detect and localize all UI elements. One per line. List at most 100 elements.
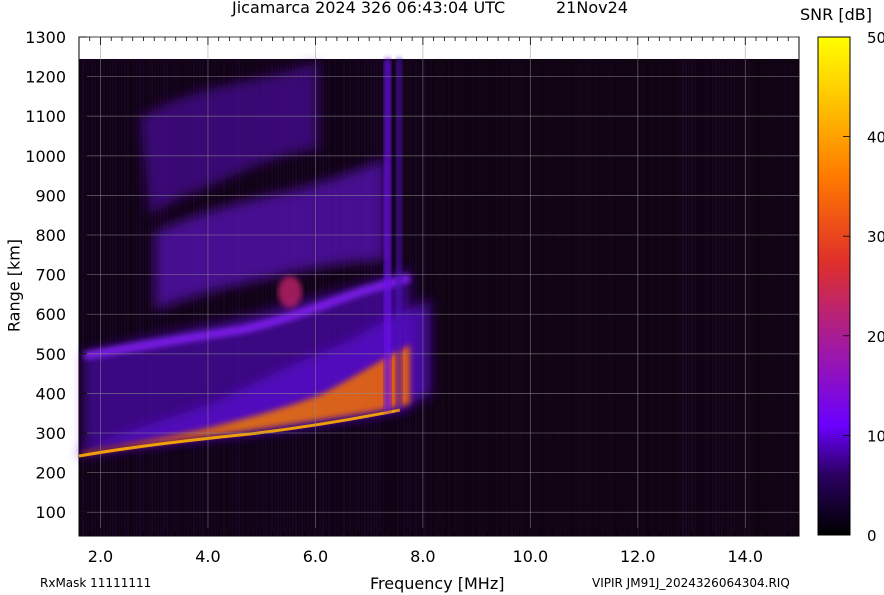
noise-column: [679, 58, 681, 537]
noise-column: [496, 58, 498, 537]
noise-column: [415, 58, 417, 537]
noise-column: [484, 58, 486, 537]
noise-column: [730, 58, 732, 537]
noise-column: [451, 58, 453, 537]
noise-column: [691, 58, 693, 537]
noise-column: [583, 58, 585, 537]
noise-column: [469, 58, 471, 537]
y-tick-label: 800: [35, 226, 66, 245]
noise-column: [460, 58, 462, 537]
noise-column: [619, 58, 621, 537]
noise-column: [412, 58, 414, 537]
y-tick-label: 400: [35, 384, 66, 403]
noise-column: [676, 58, 678, 537]
y-tick-label: 200: [35, 464, 66, 483]
noise-column: [667, 58, 669, 537]
noise-column: [595, 58, 597, 537]
noise-column: [739, 58, 741, 537]
y-tick-label: 700: [35, 266, 66, 285]
noise-column: [118, 58, 120, 537]
noise-column: [511, 58, 513, 537]
noise-column: [661, 58, 663, 537]
noise-column: [751, 58, 753, 537]
y-axis: 100 200 300 400 500 600 700 800 900 1000 1100 1200 1…: [25, 28, 87, 522]
chart-date: 21Nov24: [556, 0, 628, 17]
colorbar-tick-label: 50: [867, 29, 884, 47]
noise-column: [535, 58, 537, 537]
noise-column: [112, 58, 114, 537]
noise-column: [781, 58, 783, 537]
noise-column: [670, 58, 672, 537]
noise-column: [106, 58, 108, 537]
noise-column: [457, 58, 459, 537]
noise-column: [472, 58, 474, 537]
noise-column: [541, 58, 543, 537]
noise-column: [508, 58, 510, 537]
noise-column: [79, 58, 81, 537]
noise-column: [664, 58, 666, 537]
noise-column: [538, 58, 540, 537]
noise-column: [556, 58, 558, 537]
noise-column: [634, 58, 636, 537]
colorbar: [817, 36, 851, 536]
rxmask-label: RxMask 11111111: [40, 576, 152, 590]
noise-column: [610, 58, 612, 537]
noise-column: [733, 58, 735, 537]
colorbar-tick-label: 30: [867, 228, 884, 246]
noise-column: [127, 58, 129, 537]
noise-column: [493, 58, 495, 537]
x-tick-label: 2.0: [88, 547, 113, 566]
noise-column: [778, 58, 780, 537]
noise-column: [658, 58, 660, 537]
noise-column: [424, 58, 426, 537]
noise-column: [577, 58, 579, 537]
noise-column: [466, 58, 468, 537]
noise-column: [85, 58, 87, 537]
noise-column: [463, 58, 465, 537]
noise-column: [721, 58, 723, 537]
noise-column: [754, 58, 756, 537]
noise-column: [523, 58, 525, 537]
noise-column: [673, 58, 675, 537]
noise-column: [133, 58, 135, 537]
noise-column: [478, 58, 480, 537]
noise-column: [559, 58, 561, 537]
noise-column: [433, 58, 435, 537]
noise-column: [616, 58, 618, 537]
noise-column: [736, 58, 738, 537]
file-label: VIPIR JM91J_2024326064304.RIQ: [592, 576, 790, 590]
y-tick-label: 1000: [25, 147, 66, 166]
colorbar-tick-label: 20: [867, 328, 884, 346]
noise-column: [91, 58, 93, 537]
noise-column: [139, 58, 141, 537]
noise-column: [520, 58, 522, 537]
noise-column: [763, 58, 765, 537]
y-axis-label: Range [km]: [4, 238, 24, 333]
x-tick-label: 8.0: [410, 547, 435, 566]
noise-column: [580, 58, 582, 537]
ionogram-figure: 2.0 4.0 6.0 8.0 10.0 12.0 14.0 100200300400500…: [25, 28, 884, 566]
colorbar-tick-label: 0: [867, 527, 877, 545]
noise-column: [562, 58, 564, 537]
noise-column: [685, 58, 687, 537]
noise-column: [649, 58, 651, 537]
cusp-streak-2: [396, 59, 402, 409]
noise-column: [586, 58, 588, 537]
noise-column: [796, 58, 798, 537]
noise-column: [553, 58, 555, 537]
noise-column: [589, 58, 591, 537]
noise-column: [709, 58, 711, 537]
noise-column: [136, 58, 138, 537]
noise-column: [499, 58, 501, 537]
noise-column: [430, 58, 432, 537]
y-tick-label: 1200: [25, 68, 66, 87]
y-tick-label: 300: [35, 424, 66, 443]
y-tick-label: 1100: [25, 107, 66, 126]
noise-column: [565, 58, 567, 537]
noise-column: [625, 58, 627, 537]
noise-column: [445, 58, 447, 537]
x-axis-label: Frequency [MHz]: [370, 574, 505, 593]
noise-column: [766, 58, 768, 537]
y-tick-label: 100: [35, 503, 66, 522]
x-tick-label: 4.0: [195, 547, 220, 566]
